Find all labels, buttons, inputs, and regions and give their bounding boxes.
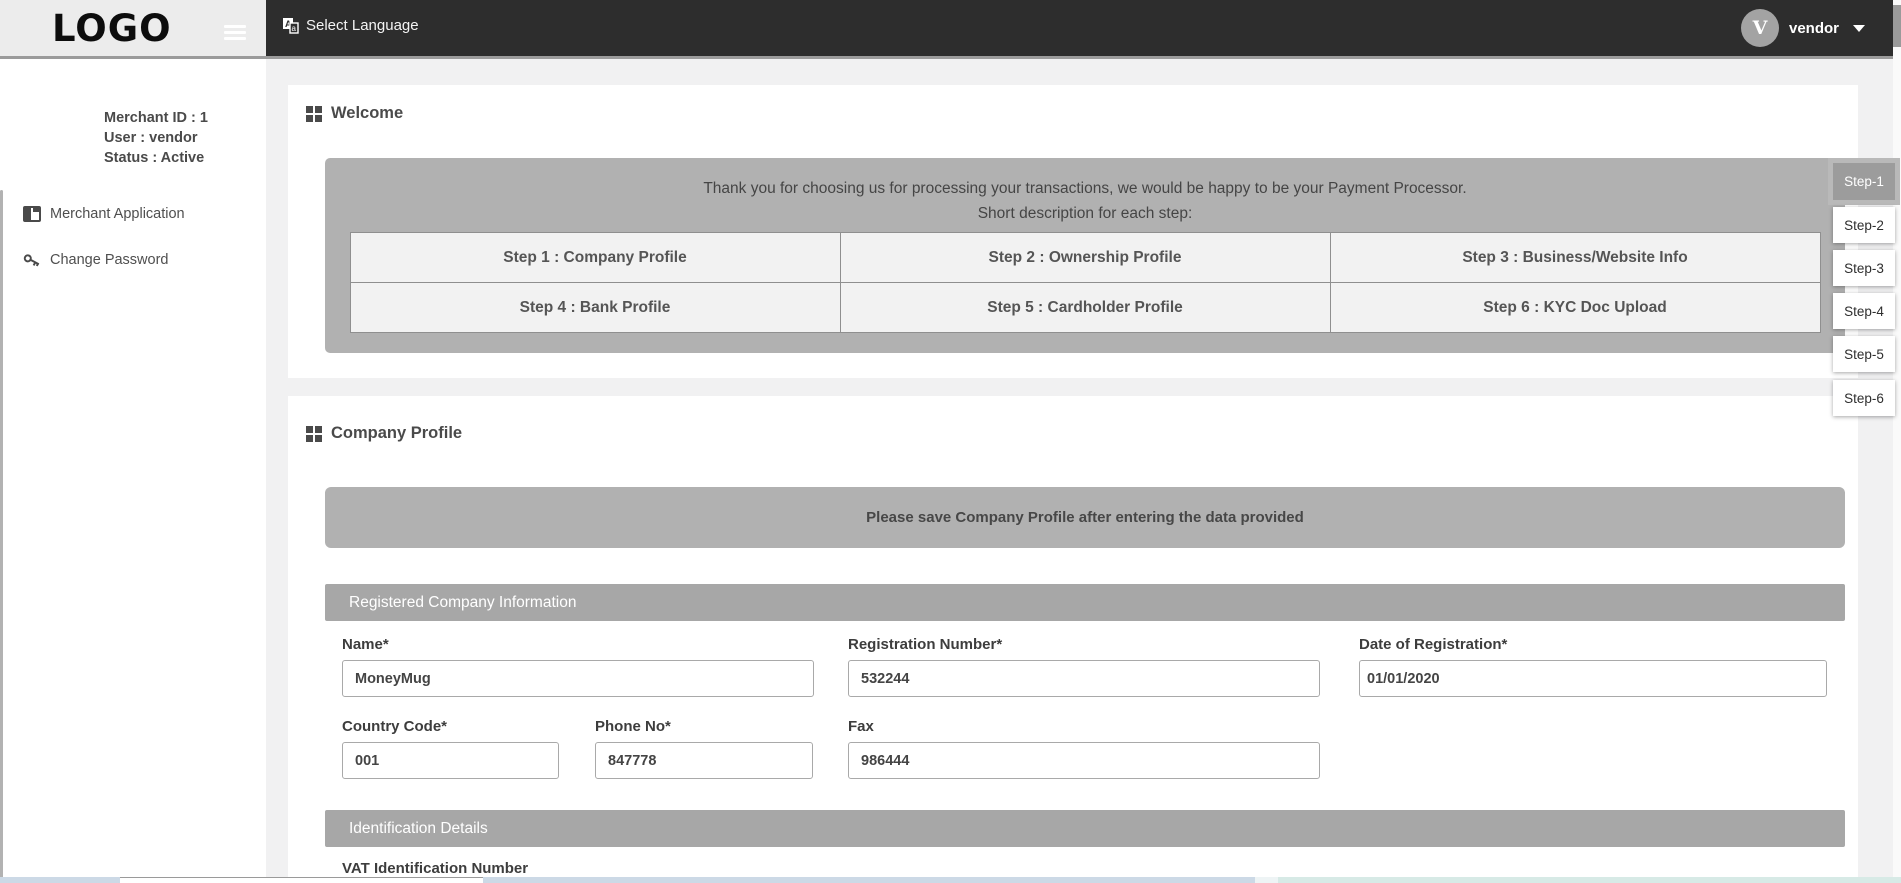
tab-step-5[interactable]: Step-5	[1833, 336, 1895, 372]
user-menu[interactable]: V vendor	[1741, 9, 1865, 47]
grid-icon	[306, 106, 322, 122]
svg-text:a: a	[292, 24, 297, 33]
select-language-button[interactable]: A a Select Language	[282, 17, 419, 34]
sidebar-item-change-password[interactable]: Change Password	[0, 237, 266, 283]
fax-field[interactable]	[848, 742, 1320, 779]
navbar-underline	[0, 56, 1901, 59]
tab-step-4[interactable]: Step-4	[1833, 293, 1895, 329]
welcome-card: Welcome Thank you for choosing us for pr…	[288, 85, 1858, 378]
country-code-label: Country Code*	[342, 718, 447, 735]
step-cell-2: Step 2 : Ownership Profile	[841, 233, 1330, 282]
fax-label: Fax	[848, 718, 874, 735]
company-profile-card: Company Profile Please save Company Prof…	[288, 396, 1858, 883]
steps-table: Step 1 : Company Profile Step 2 : Owners…	[350, 232, 1821, 333]
bottom-strip-segment	[0, 877, 120, 883]
key-icon	[23, 251, 42, 270]
bottom-strip-input-sliver	[120, 877, 483, 883]
page-title: Welcome	[331, 104, 403, 123]
merchant-id-text: Merchant ID : 1	[104, 108, 208, 128]
vat-identification-label: VAT Identification Number	[342, 860, 528, 877]
company-profile-header: Company Profile	[306, 424, 462, 443]
window-icon	[23, 205, 42, 224]
sidebar: Merchant ID : 1 User : vendor Status : A…	[0, 59, 266, 883]
country-code-field[interactable]	[342, 742, 559, 779]
sidebar-item-label: Merchant Application	[50, 206, 185, 222]
merchant-user-text: User : vendor	[104, 128, 208, 148]
grid-icon	[306, 426, 322, 442]
chevron-down-icon	[1853, 25, 1865, 32]
step-cell-3: Step 3 : Business/Website Info	[1331, 233, 1820, 282]
sidebar-item-merchant-application[interactable]: Merchant Application	[0, 191, 266, 237]
merchant-status-text: Status : Active	[104, 148, 208, 168]
welcome-message-line1: Thank you for choosing us for processing…	[325, 158, 1845, 201]
select-language-label: Select Language	[306, 17, 419, 34]
tab-step-2[interactable]: Step-2	[1833, 207, 1895, 243]
phone-no-field[interactable]	[595, 742, 813, 779]
step-cell-5: Step 5 : Cardholder Profile	[841, 283, 1330, 332]
avatar: V	[1741, 9, 1779, 47]
bottom-strip-segment	[1255, 877, 1278, 883]
bottom-strip-segment	[483, 877, 1255, 883]
phone-no-label: Phone No*	[595, 718, 671, 735]
registration-number-field[interactable]	[848, 660, 1320, 697]
welcome-message-line2: Short description for each step:	[325, 201, 1845, 226]
sidebar-accent-line	[0, 190, 3, 882]
bottom-edge-strip	[0, 877, 1901, 883]
tab-step-6[interactable]: Step-6	[1833, 380, 1895, 416]
app-logo: LOGO	[52, 7, 172, 50]
sidebar-item-label: Change Password	[50, 252, 169, 268]
save-notice: Please save Company Profile after enteri…	[325, 487, 1845, 548]
scrollbar-thumb[interactable]	[1893, 5, 1901, 47]
name-field[interactable]	[342, 660, 814, 697]
registration-number-label: Registration Number*	[848, 636, 1002, 653]
name-label: Name*	[342, 636, 389, 653]
welcome-message-box: Thank you for choosing us for processing…	[325, 158, 1845, 353]
navbar: A a Select Language V vendor	[266, 0, 1901, 56]
merchant-info-block: Merchant ID : 1 User : vendor Status : A…	[104, 108, 208, 168]
tab-step-1[interactable]: Step-1	[1833, 163, 1895, 200]
date-of-registration-field[interactable]	[1359, 660, 1827, 697]
welcome-card-header: Welcome	[306, 104, 403, 123]
merchant-portal-screen: LOGO A a Select Language V vendor	[0, 0, 1901, 883]
step-cell-1: Step 1 : Company Profile	[351, 233, 840, 282]
navbar-logo-block: LOGO	[0, 0, 266, 56]
date-of-registration-label: Date of Registration*	[1359, 636, 1507, 653]
vertical-scrollbar	[1893, 0, 1901, 883]
step-cell-6: Step 6 : KYC Doc Upload	[1331, 283, 1820, 332]
step-cell-4: Step 4 : Bank Profile	[351, 283, 840, 332]
tab-step-3[interactable]: Step-3	[1833, 250, 1895, 286]
sidebar-menu: Merchant Application Change Password	[0, 191, 266, 283]
user-name: vendor	[1789, 20, 1839, 37]
bottom-strip-segment	[1278, 877, 1901, 883]
identification-details-bar: Identification Details	[325, 810, 1845, 847]
translate-icon: A a	[282, 17, 299, 34]
section-title: Company Profile	[331, 424, 462, 443]
hamburger-menu-icon[interactable]	[224, 25, 246, 42]
registered-company-bar: Registered Company Information	[325, 584, 1845, 621]
